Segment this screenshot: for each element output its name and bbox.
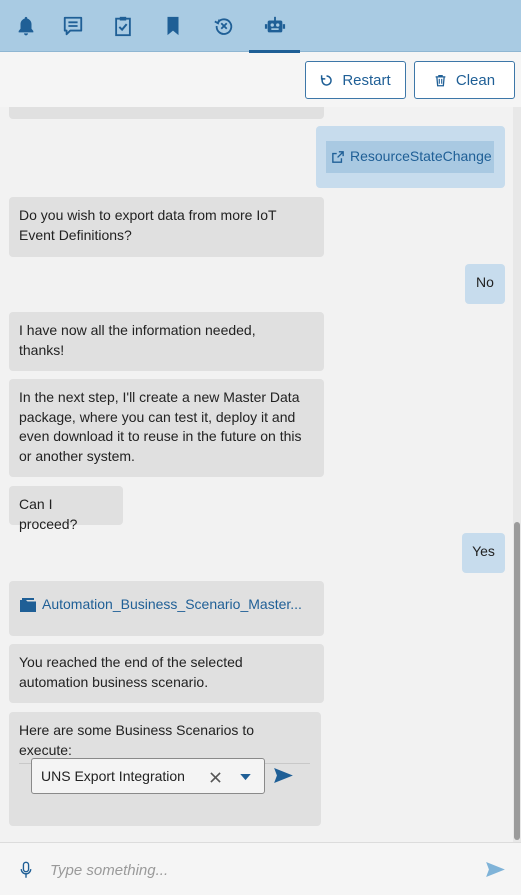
- clear-icon[interactable]: [210, 772, 221, 783]
- send-icon[interactable]: [486, 862, 505, 877]
- chat-message-bot: I have now all the information needed, t…: [9, 312, 324, 371]
- chat-conversation[interactable]: ResourceStateChange Do you wish to expor…: [0, 107, 513, 842]
- chat-input-bar: [0, 842, 521, 895]
- chat-message-bot: Automation_Business_Scenario_Master...: [9, 581, 324, 636]
- external-link-icon: [332, 151, 344, 163]
- reply-no-text: No: [476, 274, 494, 290]
- clipboard-check-icon: [114, 16, 131, 37]
- chat-message-bot: In the next step, I'll create a new Mast…: [9, 379, 324, 477]
- chat-message-user: Yes: [462, 533, 505, 573]
- message-line: You reached the end of the selected: [19, 654, 243, 670]
- message-line: or another system.: [19, 447, 135, 464]
- tab-assistant[interactable]: [249, 0, 300, 53]
- chat-icon: [63, 16, 82, 36]
- bookmark-icon: [167, 16, 178, 36]
- chat-message-bot: Can I proceed?: [9, 486, 123, 532]
- microphone-icon[interactable]: [20, 861, 32, 879]
- send-scenario-icon[interactable]: [274, 768, 293, 783]
- selected-scenario-value: UNS Export Integration: [41, 768, 185, 784]
- business-scenario-select[interactable]: UNS Export Integration: [31, 758, 265, 794]
- clean-label: Clean: [455, 71, 496, 89]
- chat-toolbar: Restart Clean: [0, 53, 521, 107]
- restart-icon: [321, 74, 333, 86]
- chat-message-bot-partial: [9, 107, 324, 119]
- chat-message-user: ResourceStateChange: [316, 126, 505, 188]
- chat-message-user: No: [465, 264, 505, 304]
- robot-icon: [264, 16, 285, 33]
- master-data-package-link[interactable]: Automation_Business_Scenario_Master...: [19, 595, 314, 615]
- chevron-down-icon[interactable]: [240, 774, 251, 781]
- chat-scrollbar[interactable]: [513, 107, 521, 842]
- message-line: In the next step, I'll create a new Mast…: [19, 389, 300, 405]
- top-nav-bar: [0, 0, 521, 53]
- resource-link-label: ResourceStateChange: [350, 148, 492, 165]
- restart-label: Restart: [342, 71, 391, 89]
- bell-icon: [18, 16, 33, 36]
- package-icon: [20, 597, 36, 612]
- tab-messages[interactable]: [47, 0, 98, 52]
- reply-yes-text: Yes: [472, 543, 495, 559]
- tab-bookmarks[interactable]: [147, 0, 198, 52]
- message-line: thanks!: [19, 341, 65, 358]
- restart-button[interactable]: Restart: [305, 61, 406, 99]
- tab-notifications[interactable]: [0, 0, 51, 52]
- tab-tasks[interactable]: [97, 0, 148, 52]
- scrollbar-thumb[interactable]: [514, 522, 520, 840]
- message-line: Can I proceed?: [19, 496, 78, 532]
- message-line: package, where you can test it, deploy i…: [19, 408, 296, 425]
- package-link-label: Automation_Business_Scenario_Master...: [42, 596, 302, 612]
- message-line: Do you wish to export data from more IoT: [19, 207, 277, 223]
- history-cancel-icon: [213, 18, 232, 35]
- message-line: automation business scenario.: [19, 673, 209, 690]
- tab-history[interactable]: [198, 0, 249, 52]
- message-line: Event Definitions?: [19, 226, 132, 243]
- message-input[interactable]: [50, 858, 450, 882]
- chat-message-bot: Do you wish to export data from more IoT…: [9, 197, 324, 257]
- trash-icon: [435, 74, 446, 86]
- message-line: I have now all the information needed,: [19, 322, 256, 338]
- chat-message-bot: You reached the end of the selected auto…: [9, 644, 324, 703]
- clean-button[interactable]: Clean: [414, 61, 515, 99]
- chat-message-bot-scenarios: Here are some Business Scenarios to exec…: [9, 712, 321, 826]
- message-line: even download it to reuse in the future …: [19, 428, 302, 444]
- resource-state-change-link[interactable]: ResourceStateChange: [326, 141, 494, 173]
